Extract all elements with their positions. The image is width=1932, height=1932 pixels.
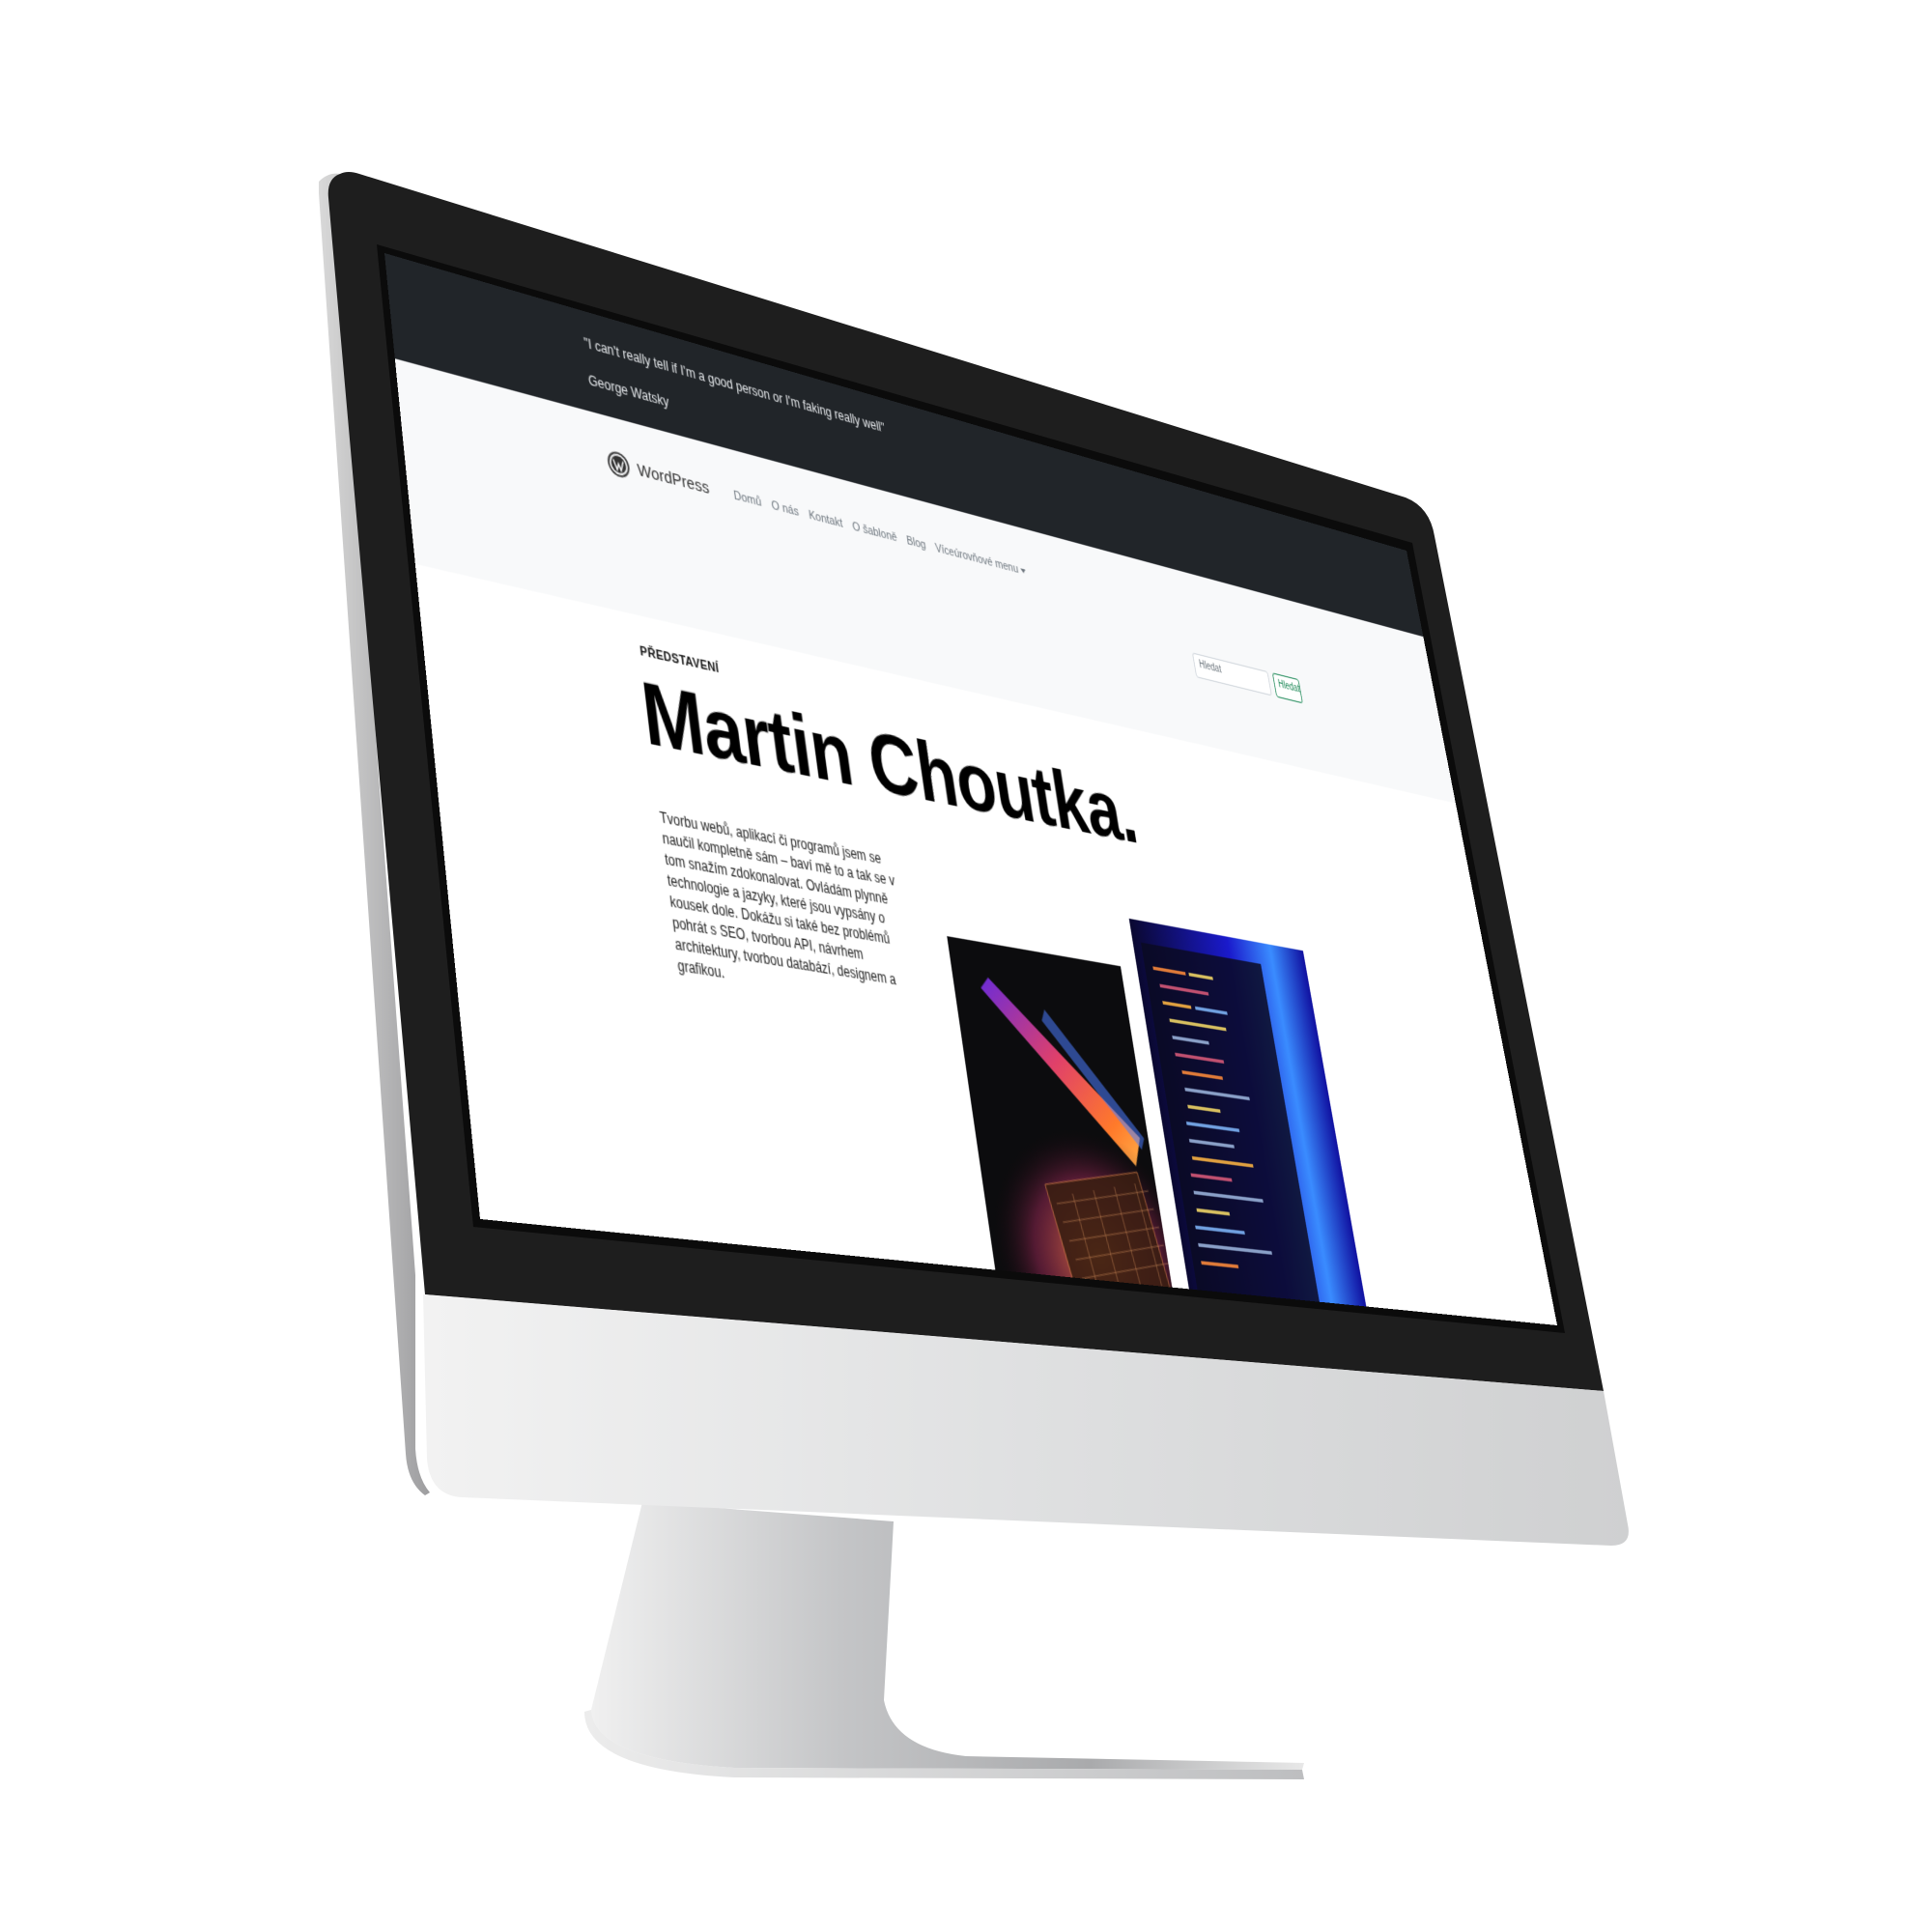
nav-link-home[interactable]: Domů	[733, 489, 762, 509]
nav-link-contact[interactable]: Kontakt	[808, 508, 843, 530]
quote-author: George Watsky	[587, 372, 669, 410]
nav-link-blog[interactable]: Blog	[906, 534, 927, 553]
monitor-stand	[584, 1502, 1304, 1779]
search-button[interactable]: Hledat	[1272, 672, 1303, 703]
nav-link-template[interactable]: O šabloně	[852, 520, 898, 545]
nav-link-about[interactable]: O nás	[771, 498, 800, 519]
nav-link-multilevel-label: Víceúrovňové menu	[934, 542, 1019, 577]
dropdown-caret-icon	[1020, 568, 1026, 574]
wordpress-logo-icon	[607, 449, 632, 480]
search-input[interactable]: Hledat	[1192, 652, 1272, 696]
nav-link-multilevel-menu[interactable]: Víceúrovňové menu	[934, 542, 1027, 579]
hero-description: Tvorbu webů, aplikací či programů jsem s…	[659, 808, 923, 1015]
brand-name: WordPress	[637, 460, 711, 497]
mockup-stage: "I can't really tell if I'm a good perso…	[0, 0, 1932, 1932]
brand-link[interactable]: WordPress	[607, 449, 711, 500]
